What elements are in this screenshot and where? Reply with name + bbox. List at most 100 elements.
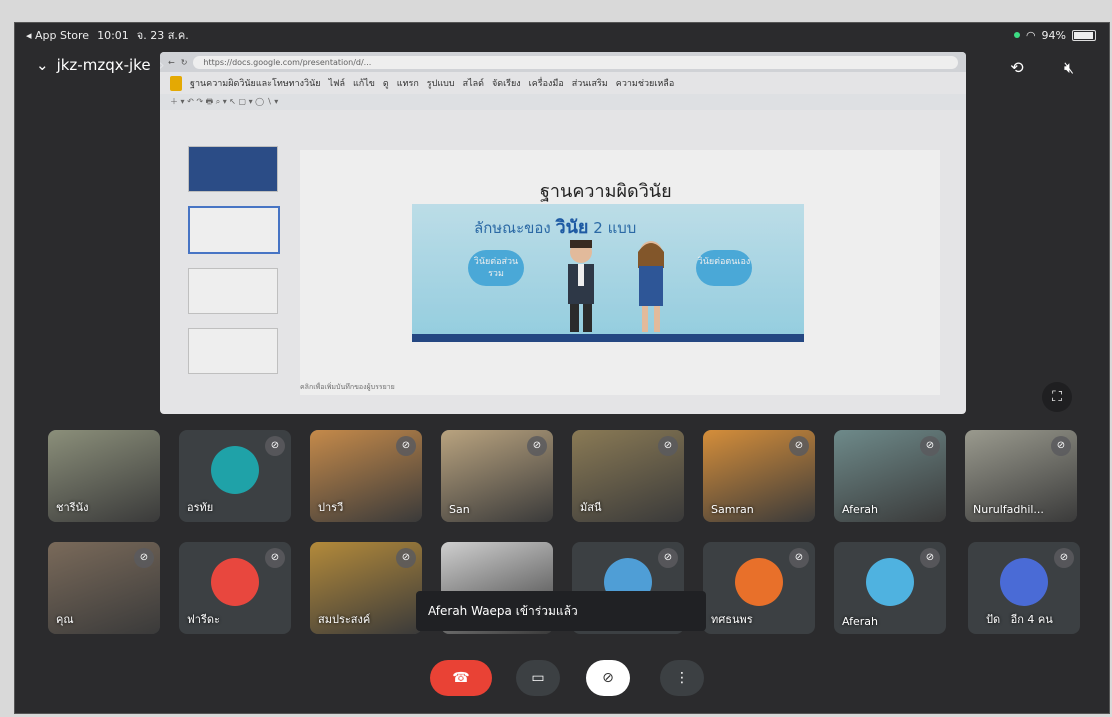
doc-title: ฐานความผิดวินัยและโทษทางวินัย [190, 79, 321, 89]
participant-name: Aferah [842, 615, 879, 628]
mic-off-icon: ⊘ [1051, 436, 1071, 456]
participant-tile[interactable]: ⊘ คุณ [48, 542, 160, 634]
battery-percent: 94% [1041, 28, 1066, 42]
back-icon: ← [168, 57, 175, 67]
participant-name: สมประสงค์ [318, 613, 371, 626]
camera-icon: ▭ [531, 670, 545, 686]
end-call-button[interactable]: ☎ [430, 660, 492, 696]
avatar [1000, 558, 1048, 606]
slides-docbar: ฐานความผิดวินัยและโทษทางวินัย ไฟล์ แก้ไข… [160, 72, 966, 94]
expand-icon: ⛶ [1052, 389, 1062, 405]
join-notification-toast: Aferah Waepa เข้าร่วมแล้ว [416, 591, 706, 631]
participant-name: คุณ [56, 613, 74, 626]
mic-off-icon: ⊘ [789, 548, 809, 568]
menu-file: ไฟล์ [328, 79, 345, 89]
fullscreen-button[interactable]: ⛶ [1042, 382, 1072, 412]
participant-name: ปารวี [318, 501, 344, 514]
mic-off-icon: ⊘ [265, 436, 285, 456]
menu-arrange: จัดเรียง [491, 79, 521, 89]
participant-tile[interactable]: ชารีนัง [48, 430, 160, 522]
avatar [211, 446, 259, 494]
slide-thumbnail [188, 268, 278, 314]
slide-title: ฐานความผิดวินัย [540, 181, 672, 202]
camera-toggle-button[interactable]: ▭ [516, 660, 560, 696]
participant-tile[interactable]: ⊘ Samran [703, 430, 815, 522]
menu-help: ความช่วยเหลือ [615, 79, 675, 89]
address-bar: https://docs.google.com/presentation/d/.… [193, 55, 958, 69]
mic-off-icon: ⊘ [658, 548, 678, 568]
wifi-icon: ◠ [1025, 28, 1036, 42]
mic-off-icon: ⊘ [920, 436, 940, 456]
ios-status-bar: ◂ App Store 10:01 จ. 23 ส.ค. ◠ 94% [14, 22, 1108, 48]
menu-slide: สไลด์ [462, 79, 484, 89]
more-options-button[interactable]: ⋮ [660, 660, 704, 696]
status-time: 10:01 [97, 28, 129, 42]
battery-icon [1072, 29, 1096, 41]
slide-thumbnails [178, 146, 280, 388]
menu-insert: แทรก [396, 79, 419, 89]
bubble-right: วินัยต่อตนเอง [696, 250, 752, 286]
slide-illustration: ลักษณะของ วินัย 2 แบบ วินัยต่อส่วนรวม วิ… [412, 204, 804, 334]
menu-format: รูปแบบ [426, 79, 455, 89]
avatar [735, 558, 783, 606]
woman-illustration [638, 241, 664, 332]
participant-tile[interactable]: ⊘ ทศธนพร [703, 542, 815, 634]
participant-name: อรทัย [187, 501, 214, 514]
camera-indicator-icon [1013, 32, 1020, 38]
mic-toggle-button[interactable]: ⊘ [586, 660, 630, 696]
meeting-code: jkz-mzqx-jke [56, 56, 151, 74]
speaker-off-icon[interactable]: 🔇︎ [1058, 58, 1080, 78]
slide-thumbnail [188, 206, 280, 254]
slide-thumbnail [188, 146, 278, 192]
menu-tools: เครื่องมือ [528, 79, 564, 89]
speaker-notes: คลิกเพื่อเพิ่มบันทึกของผู้บรรยาย [300, 383, 395, 391]
mic-off-icon: ⊘ [1054, 548, 1074, 568]
mic-off-icon: ⊘ [920, 548, 940, 568]
mic-off-icon: ⊘ [527, 436, 547, 456]
slide-thumbnail [188, 328, 278, 374]
participant-tile[interactable]: ⊘ ปารวี [310, 430, 422, 522]
slide-footer-bar [412, 334, 804, 342]
back-to-app-link[interactable]: ◂ App Store [26, 29, 89, 42]
menu-view: ดู [382, 79, 389, 89]
bubble-left: วินัยต่อส่วนรวม [468, 250, 524, 286]
participant-name: ปัด [986, 613, 1001, 626]
participant-tile[interactable]: ⊘ อรทัย [179, 430, 291, 522]
browser-chrome: ← ↻ https://docs.google.com/presentation… [160, 52, 966, 72]
more-people-count: อีก 4 คน [1010, 613, 1053, 626]
screen-share-presentation: ← ↻ https://docs.google.com/presentation… [160, 52, 966, 414]
status-date: จ. 23 ส.ค. [136, 29, 189, 42]
participant-name: Nurulfadhil... [973, 503, 1044, 516]
meeting-info-button[interactable]: ⌄ jkz-mzqx-jke › [36, 56, 165, 74]
mic-off-icon: ⊘ [396, 436, 416, 456]
mic-off-icon: ⊘ [265, 548, 285, 568]
chevron-down-icon: ⌄ [36, 56, 49, 74]
participant-name: San [449, 503, 470, 516]
participant-tile[interactable]: ⊘ San [441, 430, 553, 522]
participant-tile[interactable]: ⊘ Nurulfadhil... [965, 430, 1077, 522]
man-illustration [568, 240, 594, 332]
more-participants-button[interactable]: ⊘ ปัด อีก 4 คน [968, 542, 1080, 634]
avatar [211, 558, 259, 606]
participant-name: Aferah [842, 503, 879, 516]
more-vert-icon: ⋮ [675, 670, 689, 686]
participant-name: มัสนี [580, 501, 602, 514]
slides-toolbar: ＋ ▾ ↶ ↷ 🖶 ⌕ ▾ ↖ ▢ ▾ ◯ ∖ ▾ [160, 94, 966, 110]
participant-tile[interactable]: ⊘ สมประสงค์ [310, 542, 422, 634]
participant-name: ฟารีดะ [187, 613, 220, 626]
menu-edit: แก้ไข [352, 79, 375, 89]
mic-off-icon: ⊘ [396, 548, 416, 568]
phone-hangup-icon: ☎ [452, 670, 470, 686]
mic-off-icon: ⊘ [134, 548, 154, 568]
participant-name: ทศธนพร [711, 613, 753, 626]
participant-tile[interactable]: ⊘ Aferah [834, 542, 946, 634]
participant-tile[interactable]: ⊘ Aferah [834, 430, 946, 522]
mic-off-icon: ⊘ [602, 670, 614, 686]
google-slides-logo-icon [170, 75, 182, 91]
avatar [866, 558, 914, 606]
reload-icon: ↻ [180, 57, 188, 67]
participant-tile[interactable]: ⊘ มัสนี [572, 430, 684, 522]
participant-tile[interactable]: ⊘ ฟารีดะ [179, 542, 291, 634]
switch-camera-icon[interactable]: ⟲ [1006, 58, 1028, 78]
mic-off-icon: ⊘ [658, 436, 678, 456]
